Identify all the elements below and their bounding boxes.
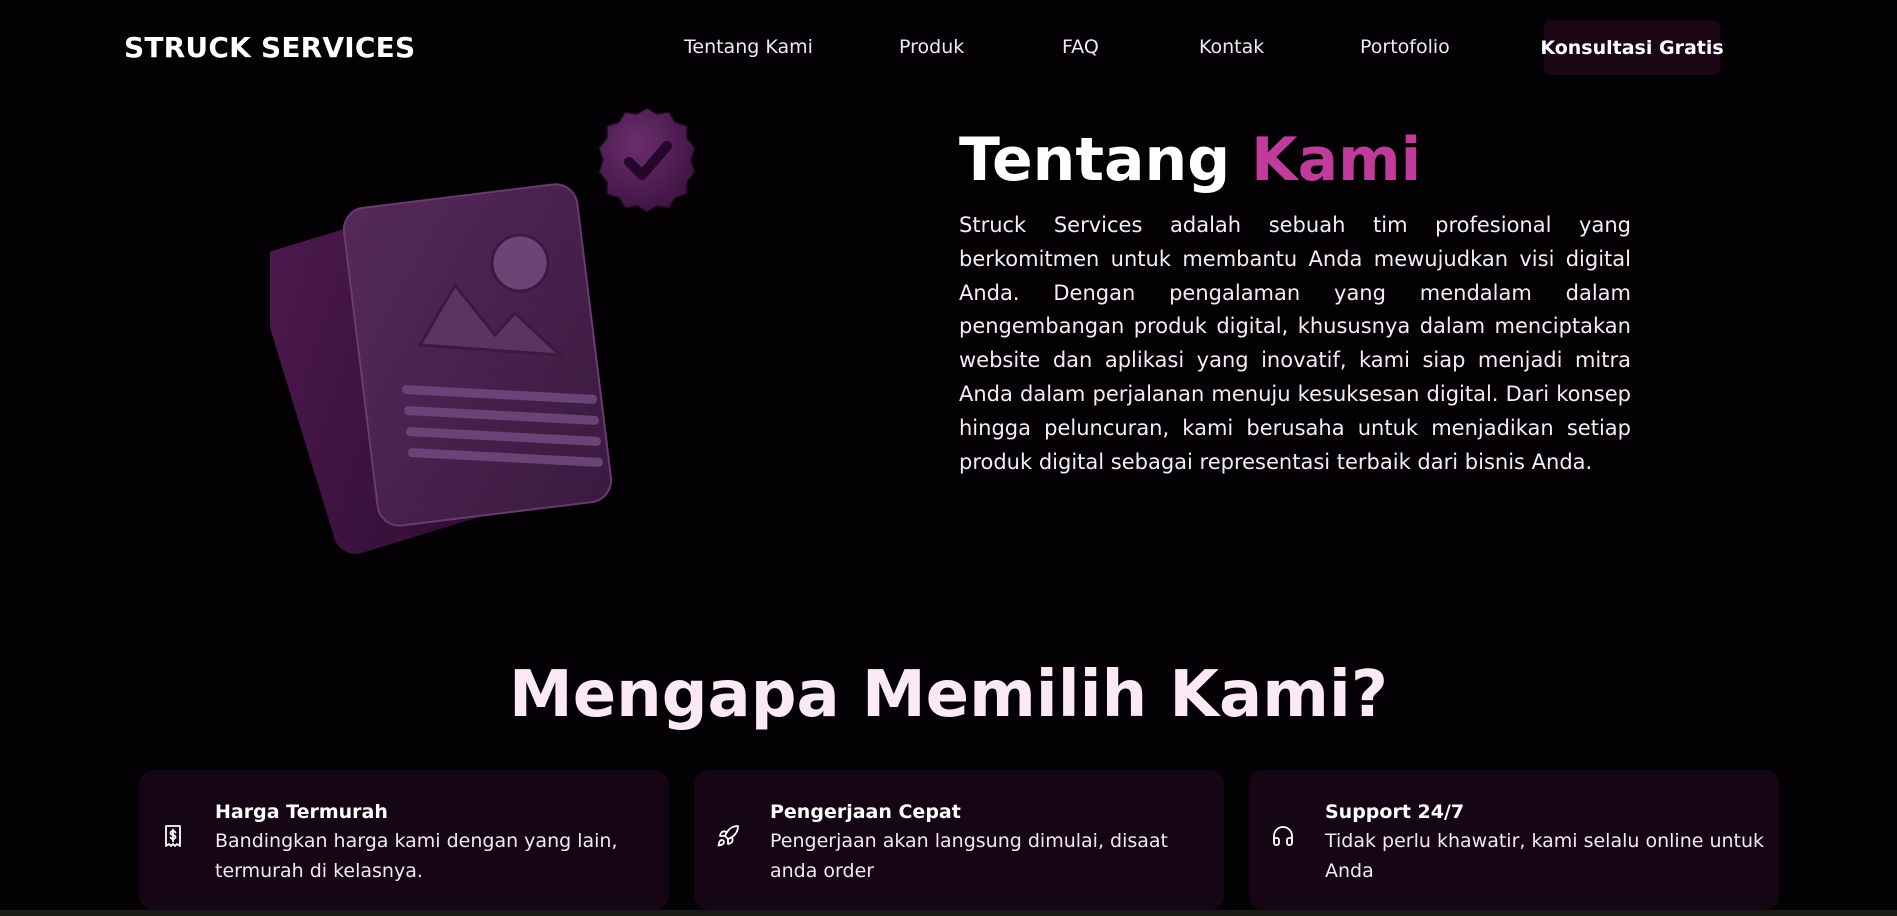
about-title: Tentang Kami — [959, 125, 1631, 195]
feature-card-speed: Pengerjaan Cepat Pengerjaan akan langsun… — [694, 770, 1224, 910]
feature-title: Support 24/7 — [1325, 801, 1465, 823]
page-bottom-divider — [0, 910, 1897, 916]
nav-link-produk[interactable]: Produk — [899, 36, 964, 58]
nav-link-tentang-kami[interactable]: Tentang Kami — [684, 36, 813, 58]
feature-description: Pengerjaan akan langsung dimulai, disaat… — [770, 830, 1169, 882]
feature-card-support: Support 24/7 Tidak perlu khawatir, kami … — [1249, 770, 1779, 910]
feature-card-price: Harga Termurah Bandingkan harga kami den… — [139, 770, 669, 910]
document-illustration — [254, 105, 710, 575]
nav-link-portofolio[interactable]: Portofolio — [1360, 36, 1450, 58]
feature-cards: Harga Termurah Bandingkan harga kami den… — [139, 770, 1779, 910]
feature-title: Pengerjaan Cepat — [770, 801, 961, 823]
about-title-accent: Kami — [1251, 125, 1422, 195]
receipt-dollar-icon — [161, 824, 185, 848]
nav-link-kontak[interactable]: Kontak — [1199, 36, 1264, 58]
feature-description: Tidak perlu khawatir, kami selalu online… — [1325, 830, 1765, 882]
about-section: Tentang Kami Struck Services adalah sebu… — [959, 125, 1631, 479]
about-description: Struck Services adalah sebuah tim profes… — [959, 213, 1631, 474]
why-choose-us-title: Mengapa Memilih Kami? — [509, 658, 1388, 732]
about-title-main: Tentang — [959, 125, 1231, 195]
feature-title: Harga Termurah — [215, 801, 388, 823]
rocket-icon — [716, 824, 740, 848]
nav-link-faq[interactable]: FAQ — [1062, 36, 1099, 58]
feature-description: Bandingkan harga kami dengan yang lain, … — [215, 830, 618, 882]
brand-logo[interactable]: STRUCK SERVICES — [124, 31, 415, 64]
headphones-icon — [1271, 824, 1295, 848]
consultation-button[interactable]: Konsultasi Gratis — [1540, 20, 1724, 75]
top-navbar: STRUCK SERVICES Tentang Kami Produk FAQ … — [0, 0, 1897, 96]
